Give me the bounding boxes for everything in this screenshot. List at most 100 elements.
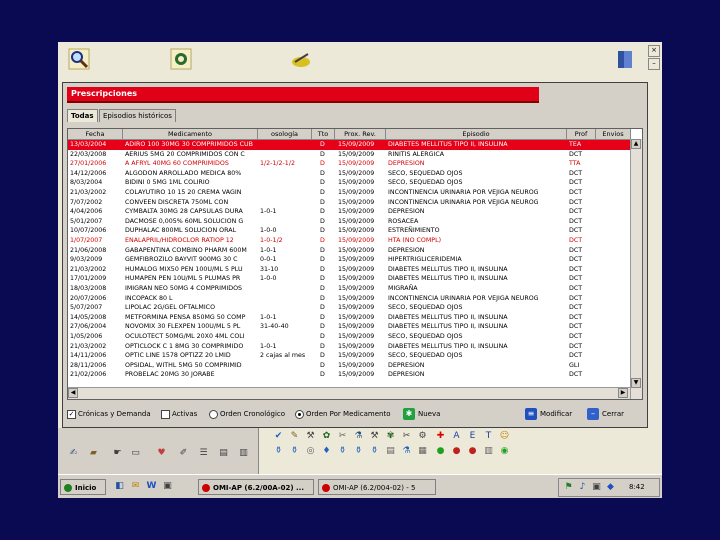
column-header-episodio[interactable]: Episodio: [386, 129, 567, 140]
green-ball-icon[interactable]: ●: [435, 446, 446, 457]
desktop-icon[interactable]: ▣: [162, 481, 173, 492]
column-header-envios[interactable]: Envios: [596, 129, 631, 140]
table-row[interactable]: 21/03/2002 OPTICLOCK C 1 8MG 30 COMPRIMID…: [68, 342, 630, 352]
tube-icon[interactable]: ⚱: [337, 446, 348, 457]
orden-cronologico-radio[interactable]: Orden Cronológico: [209, 408, 285, 420]
column-header-posologia[interactable]: osología: [258, 129, 312, 140]
tab-episodios-historicos[interactable]: Episodios históricos: [99, 109, 176, 122]
heart-icon[interactable]: ♥: [156, 448, 167, 459]
syringe-icon[interactable]: ⚒: [305, 431, 316, 442]
letter-e-icon[interactable]: E: [467, 431, 478, 442]
table-row[interactable]: 27/06/2004 NOVOMIX 30 FLEXPEN 100U/ML 5 P…: [68, 322, 630, 332]
window-minimize-button[interactable]: –: [648, 58, 660, 70]
scroll-left-button[interactable]: ◀: [68, 388, 78, 398]
tag-icon[interactable]: ▤: [218, 448, 229, 459]
tool-icon[interactable]: ⚒: [369, 431, 380, 442]
table-row[interactable]: 18/03/2008 IMIGRAN NEO 50MG 4 COMPRIMIDOS…: [68, 284, 630, 294]
table-row[interactable]: 13/03/2004 ADIRO 100 30MG 30 COMPRIMIDOS …: [68, 140, 630, 150]
table-row[interactable]: 9/03/2009 GEMFIBROZILO BAYVIT 900MG 30 C 0…: [68, 255, 630, 265]
doc-icon[interactable]: ▦: [417, 446, 428, 457]
list-icon[interactable]: ☰: [198, 448, 209, 459]
column-header-tto[interactable]: Tto: [312, 129, 335, 140]
table-row[interactable]: 8/03/2004 BIDINI 0 5MG 1ML COLIRIO D 15/09/…: [68, 178, 630, 188]
vertical-scrollbar[interactable]: ▲ ▼: [630, 139, 642, 399]
plant-icon[interactable]: ✾: [385, 431, 396, 442]
table-row[interactable]: 20/07/2006 INCOPACK 80 L D 15/09/2009 INCONT…: [68, 294, 630, 304]
clip-icon[interactable]: ✂: [401, 431, 412, 442]
explorer-icon[interactable]: ◧: [114, 481, 125, 492]
nueva-button[interactable]: ✱ Nueva: [403, 408, 440, 420]
drop-icon[interactable]: ♦: [321, 446, 332, 457]
pointer-icon[interactable]: ☛: [112, 448, 123, 459]
apple-icon[interactable]: ●: [467, 446, 478, 457]
cronicas-demanda-checkbox[interactable]: ✓ Crónicas y Demanda: [67, 408, 151, 420]
table-row[interactable]: 17/01/2009 HUMAPEN PEN 10U/ML 5 PLUMAS PR…: [68, 274, 630, 284]
bottle-icon[interactable]: ⚱: [273, 446, 284, 457]
horizontal-scrollbar[interactable]: ◀ ▶: [68, 387, 630, 399]
tray-speaker-icon[interactable]: ♪: [577, 482, 588, 493]
tray-network-icon[interactable]: ⚑: [563, 482, 574, 493]
modificar-button[interactable]: ≡ Modificar: [525, 408, 572, 420]
red-cross-icon[interactable]: ✚: [435, 431, 446, 442]
window-close-button[interactable]: ×: [648, 45, 660, 57]
table-row[interactable]: 27/01/2006 A AFRYL 40MG 60 COMPRIMIDOS 1/2…: [68, 159, 630, 169]
table-row[interactable]: 5/07/2007 LIPOLAC 2G/GEL OFTALMICO D 15/09/…: [68, 303, 630, 313]
mail-icon[interactable]: ✉: [130, 481, 141, 492]
column-header-prox-rev[interactable]: Prox. Rev.: [335, 129, 386, 140]
monitor-icon[interactable]: ▭: [130, 448, 141, 459]
globe-icon[interactable]: ◉: [499, 446, 510, 457]
letter-a-icon[interactable]: A: [451, 431, 462, 442]
check-icon[interactable]: ✔: [273, 431, 284, 442]
wrench-icon[interactable]: ⚙: [417, 431, 428, 442]
column-header-prof[interactable]: Prof: [567, 129, 596, 140]
activas-checkbox[interactable]: Activas: [161, 408, 197, 420]
table-row[interactable]: 14/05/2008 METFORMINA PENSA 850MG 50 COMP…: [68, 313, 630, 323]
column-header-medicamento[interactable]: Medicamento: [123, 129, 258, 140]
card-icon[interactable]: ▥: [238, 448, 249, 459]
cerrar-button[interactable]: – Cerrar: [587, 408, 624, 420]
letter-t-icon[interactable]: T: [483, 431, 494, 442]
table-row[interactable]: 22/03/2008 AERIUS 5MG 20 COMPRIMIDOS CON …: [68, 150, 630, 160]
sample-icon[interactable]: ⚱: [353, 446, 364, 457]
gauge-icon[interactable]: ◎: [305, 446, 316, 457]
scissors-icon[interactable]: ✂: [337, 431, 348, 442]
book-icon[interactable]: ▥: [483, 446, 494, 457]
table-row[interactable]: 21/03/2002 COLAYUTIRO 10 15 20 CREMA VAGI…: [68, 188, 630, 198]
table-row[interactable]: 1/07/2007 ENALAPRIL/HIDROCLOR RATIOP 12 1-…: [68, 236, 630, 246]
table-row[interactable]: 1/05/2006 OCULOTECT 50MG/ML 20X0 4ML COLI…: [68, 332, 630, 342]
tab-todas[interactable]: Todas: [67, 109, 98, 122]
table-row[interactable]: 14/12/2006 ALGODON ARROLLADO MEDICA 80% D 1…: [68, 169, 630, 179]
red-ball-icon[interactable]: ●: [451, 446, 462, 457]
start-button[interactable]: Inicio: [60, 479, 106, 495]
column-header-fecha[interactable]: Fecha: [68, 129, 123, 140]
config-toolbar-button[interactable]: [170, 48, 192, 70]
scroll-down-button[interactable]: ▼: [631, 378, 641, 388]
folder-icon[interactable]: ▰: [88, 448, 99, 459]
tools-toolbar-button[interactable]: [290, 48, 312, 70]
search-toolbar-button[interactable]: [68, 48, 90, 70]
test-icon[interactable]: ⚱: [369, 446, 380, 457]
lab-icon[interactable]: ⚗: [401, 446, 412, 457]
chart-icon[interactable]: ▤: [385, 446, 396, 457]
table-row[interactable]: 28/11/2006 OPSIDAL, WITHL 5MG 50 COMPRIMI…: [68, 361, 630, 371]
table-row[interactable]: 10/07/2006 DUPHALAC 800ML SOLUCION ORAL 1-…: [68, 226, 630, 236]
taskbar-omi-ap-2[interactable]: OMI-AP (6.2/004-02) - 5: [318, 479, 436, 495]
pen-icon[interactable]: ✎: [289, 431, 300, 442]
orden-medicamento-radio[interactable]: Orden Por Medicamento: [295, 408, 391, 420]
table-row[interactable]: 7/07/2002 CONVEEN DISCRETA 750ML CON D 15/0…: [68, 198, 630, 208]
table-row[interactable]: 5/01/2007 DACMOSE 0,005% 60ML SOLUCION G D…: [68, 217, 630, 227]
leaf-icon[interactable]: ✿: [321, 431, 332, 442]
pencil-small-icon[interactable]: ✐: [178, 448, 189, 459]
table-row[interactable]: 14/11/2006 OPTIC LINE 1578 OPTIZZ 20 LMID…: [68, 351, 630, 361]
face-icon[interactable]: ☺: [499, 431, 510, 442]
table-row[interactable]: 4/04/2006 CYMBALTA 30MG 28 CAPSULAS DURA 1…: [68, 207, 630, 217]
word-icon[interactable]: W: [146, 481, 157, 492]
tray-shield-icon[interactable]: ◆: [605, 482, 616, 493]
table-row[interactable]: 21/03/2002 HUMALOG MIX50 PEN 100U/ML 5 PL…: [68, 265, 630, 275]
table-row[interactable]: 21/02/2006 PROBELAC 20MG 30 JORABE D 15/09/…: [68, 370, 630, 380]
scroll-up-button[interactable]: ▲: [631, 139, 641, 149]
scroll-right-button[interactable]: ▶: [618, 388, 628, 398]
vial-icon[interactable]: ⚱: [289, 446, 300, 457]
exit-toolbar-button[interactable]: [614, 48, 636, 70]
taskbar-omi-ap-1[interactable]: OMI-AP (6.2/00A-02) ...: [198, 479, 314, 495]
